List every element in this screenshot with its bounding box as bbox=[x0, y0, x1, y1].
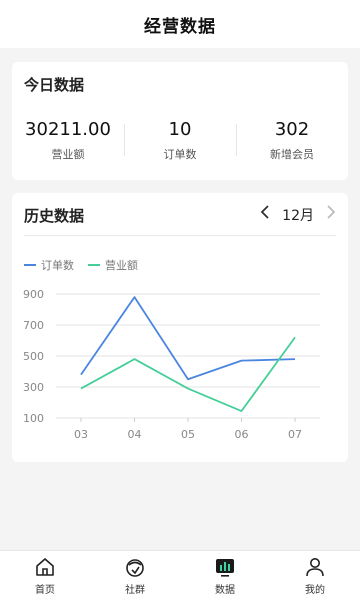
community-icon bbox=[126, 558, 144, 577]
month-value: 12月 bbox=[282, 208, 314, 224]
series-line-0 bbox=[80, 296, 296, 381]
today-card: 今日数据 30211.00 营业额 10 订单数 302 新增会员 bbox=[12, 62, 348, 180]
x-tick-label: 07 bbox=[288, 428, 302, 441]
stat-orders: 10 订单数 bbox=[124, 118, 236, 166]
tab-profile-label: 我的 bbox=[305, 584, 325, 596]
tab-profile[interactable]: 我的 bbox=[270, 551, 360, 600]
divider bbox=[24, 235, 336, 236]
y-tick-label: 700 bbox=[23, 319, 44, 332]
month-picker: 12月 bbox=[260, 205, 336, 225]
y-tick-label: 900 bbox=[23, 288, 44, 301]
tab-bar: 首页 社群 数据 我的 bbox=[0, 550, 360, 600]
history-card: 历史数据 12月 订单数 营业额 100 300 500 700 900 03 04 05 06… bbox=[12, 193, 348, 462]
history-title: 历史数据 bbox=[24, 207, 85, 225]
stat-new-members-value: 302 bbox=[274, 119, 310, 140]
stat-orders-value: 10 bbox=[168, 119, 192, 140]
page-title: 经营数据 bbox=[144, 16, 216, 37]
legend-revenue-swatch bbox=[88, 264, 100, 266]
tab-data-label: 数据 bbox=[215, 584, 235, 596]
series-line-1 bbox=[80, 336, 296, 412]
tab-home[interactable]: 首页 bbox=[0, 551, 90, 600]
x-tick-label: 03 bbox=[74, 428, 88, 441]
today-title: 今日数据 bbox=[24, 76, 85, 94]
legend-orders-swatch bbox=[24, 264, 36, 266]
tab-data[interactable]: 数据 bbox=[180, 551, 270, 600]
user-icon bbox=[306, 557, 324, 576]
y-tick-label: 100 bbox=[23, 412, 44, 425]
data-icon bbox=[216, 558, 234, 577]
x-tick-label: 06 bbox=[235, 428, 249, 441]
home-icon bbox=[36, 557, 54, 576]
legend-revenue-label: 营业额 bbox=[105, 259, 138, 272]
y-tick-label: 500 bbox=[23, 350, 44, 363]
stat-revenue-value: 30211.00 bbox=[25, 119, 111, 140]
header: 经营数据 bbox=[0, 0, 360, 48]
stat-revenue-label: 营业额 bbox=[51, 148, 85, 161]
y-tick-label: 300 bbox=[23, 381, 44, 394]
stat-new-members-label: 新增会员 bbox=[270, 148, 314, 161]
stat-revenue: 30211.00 营业额 bbox=[12, 118, 124, 166]
tab-home-label: 首页 bbox=[35, 584, 55, 596]
chart-legend: 订单数 营业额 bbox=[24, 257, 138, 273]
tab-community[interactable]: 社群 bbox=[90, 551, 180, 600]
line-chart: 100 300 500 700 900 03 04 05 06 07 bbox=[23, 288, 320, 441]
chevron-right-icon[interactable] bbox=[326, 205, 336, 225]
x-tick-label: 04 bbox=[128, 428, 142, 441]
tab-community-label: 社群 bbox=[125, 584, 145, 596]
stat-orders-label: 订单数 bbox=[163, 148, 197, 161]
legend-orders[interactable]: 订单数 bbox=[24, 257, 74, 273]
legend-orders-label: 订单数 bbox=[41, 259, 74, 272]
today-stats: 30211.00 营业额 10 订单数 302 新增会员 bbox=[12, 118, 348, 166]
legend-revenue[interactable]: 营业额 bbox=[88, 257, 138, 273]
chevron-left-icon[interactable] bbox=[260, 205, 270, 225]
x-tick-label: 05 bbox=[181, 428, 195, 441]
stat-new-members: 302 新增会员 bbox=[236, 118, 348, 166]
